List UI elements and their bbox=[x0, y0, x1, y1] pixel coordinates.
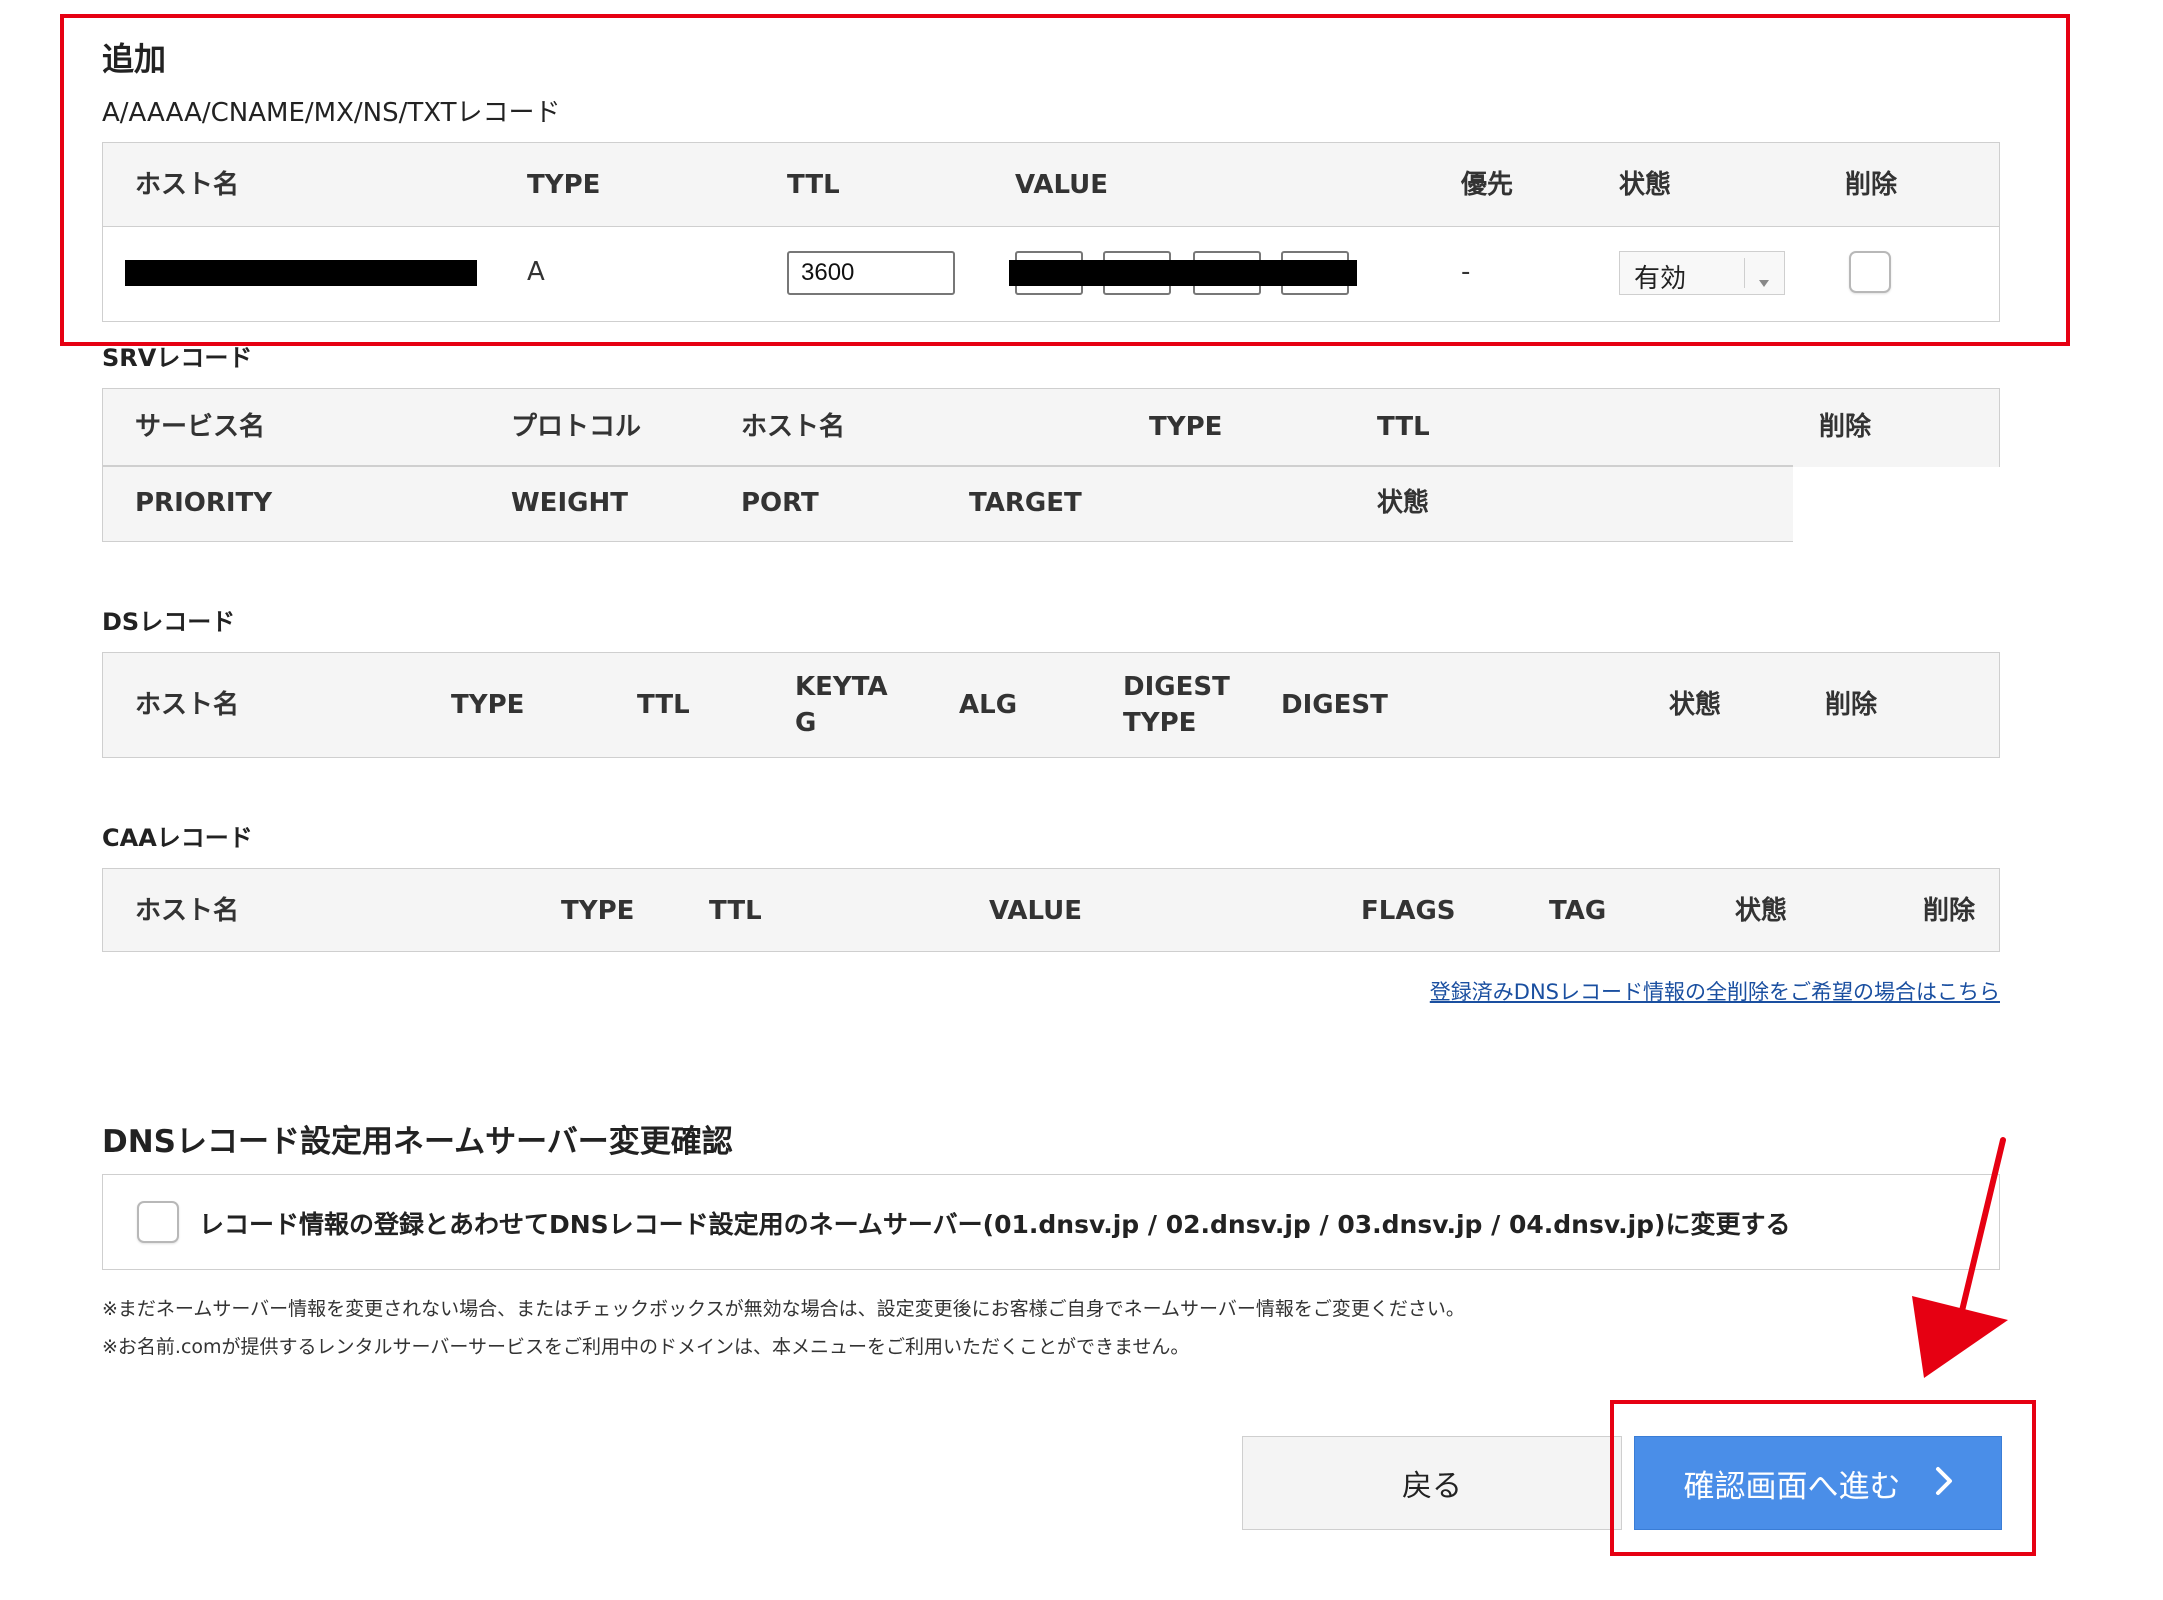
delete-all-records-link[interactable]: 登録済みDNSレコード情報の全削除をご希望の場合はこちら bbox=[1430, 976, 2000, 1006]
ds-header-keytag: KEYTA G bbox=[795, 672, 888, 738]
ns-change-checkbox[interactable] bbox=[137, 1201, 179, 1243]
back-button[interactable]: 戻る bbox=[1242, 1436, 1622, 1530]
ds-section-title: DSレコード bbox=[102, 608, 236, 636]
ns-checkbox-panel: レコード情報の登録とあわせてDNSレコード設定用のネームサーバー(01.dnsv… bbox=[102, 1174, 2000, 1270]
ds-header-digest: DIGEST bbox=[1281, 690, 1388, 720]
caa-header-delete: 削除 bbox=[1923, 896, 1976, 926]
srv-header-protocol: プロトコル bbox=[511, 412, 642, 442]
srv-header-type: TYPE bbox=[1149, 412, 1223, 442]
ds-record-table: ホスト名 TYPE TTL KEYTA G ALG DIGEST TYPE DI… bbox=[102, 652, 2000, 758]
ns-note-2: ※お名前.comが提供するレンタルサーバーサービスをご利用中のドメインは、本メニ… bbox=[102, 1336, 1190, 1358]
srv-header-ttl: TTL bbox=[1377, 412, 1430, 442]
srv-header-hostname: ホスト名 bbox=[741, 412, 846, 442]
srv-delete-cell bbox=[1793, 467, 2001, 543]
ds-header-digest-type: DIGEST TYPE bbox=[1123, 672, 1230, 738]
caa-header-hostname: ホスト名 bbox=[135, 896, 240, 926]
ns-section-title: DNSレコード設定用ネームサーバー変更確認 bbox=[102, 1124, 733, 1160]
ds-header-hostname: ホスト名 bbox=[135, 690, 240, 720]
caa-header-flags: FLAGS bbox=[1361, 896, 1456, 926]
caa-header-ttl: TTL bbox=[709, 896, 762, 926]
ds-header-status: 状態 bbox=[1669, 690, 1722, 720]
srv-header-weight: WEIGHT bbox=[511, 488, 628, 518]
ns-change-label[interactable]: レコード情報の登録とあわせてDNSレコード設定用のネームサーバー(01.dnsv… bbox=[199, 1205, 1790, 1241]
caa-record-table: ホスト名 TYPE TTL VALUE FLAGS TAG 状態 削除 bbox=[102, 868, 2000, 952]
ds-header-delete: 削除 bbox=[1825, 690, 1878, 720]
srv-header-port: PORT bbox=[741, 488, 819, 518]
ds-header-ttl: TTL bbox=[637, 690, 690, 720]
caa-header-tag: TAG bbox=[1549, 896, 1607, 926]
back-button-label: 戻る bbox=[1402, 1469, 1462, 1504]
caa-header-value: VALUE bbox=[989, 896, 1082, 926]
caa-header-status: 状態 bbox=[1735, 896, 1788, 926]
srv-header-priority: PRIORITY bbox=[135, 488, 273, 518]
srv-header-service: サービス名 bbox=[135, 412, 266, 442]
srv-header-status: 状態 bbox=[1377, 488, 1430, 518]
srv-header-divider bbox=[103, 465, 1793, 467]
ns-note-1: ※まだネームサーバー情報を変更されない場合、またはチェックボックスが無効な場合は… bbox=[102, 1298, 1465, 1320]
ds-header-type: TYPE bbox=[451, 690, 525, 720]
highlight-box-add-section bbox=[60, 14, 2070, 346]
ds-header-alg: ALG bbox=[959, 690, 1018, 720]
caa-section-title: CAAレコード bbox=[102, 824, 253, 852]
caa-header-type: TYPE bbox=[561, 896, 635, 926]
highlight-box-next-button bbox=[1610, 1400, 2036, 1556]
srv-header-target: TARGET bbox=[969, 488, 1082, 518]
srv-record-table: サービス名 プロトコル ホスト名 TYPE TTL 削除 PRIORITY WE… bbox=[102, 388, 2001, 543]
srv-header-delete: 削除 bbox=[1819, 412, 1872, 442]
